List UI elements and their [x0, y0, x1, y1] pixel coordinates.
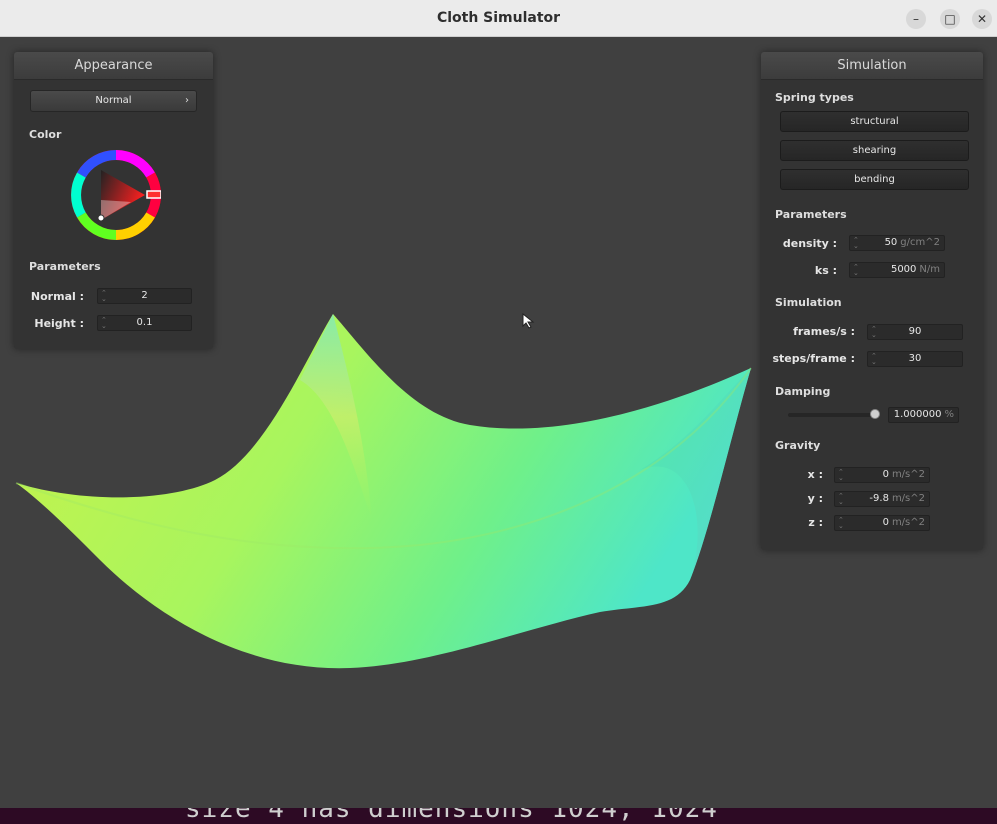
simulation-header: Simulation [761, 52, 983, 80]
normal-value: 2 [141, 290, 148, 301]
gravity-y-input[interactable]: ⌃ ⌄ -9.8 m/s^2 [834, 491, 930, 507]
shader-mode-select[interactable]: Normal › [30, 90, 197, 112]
app-window: Cloth Simulator – □ ✕ Appearance Normal … [0, 0, 997, 824]
title-bar[interactable]: Cloth Simulator – □ ✕ [0, 0, 997, 37]
terminal-output: size 4 has dimensions 1024, 1024 [185, 808, 718, 824]
normal-input[interactable]: ⌃ ⌄ 2 [97, 288, 192, 304]
simulation-label: Simulation [775, 296, 842, 309]
gravity-y-unit: m/s^2 [891, 493, 925, 504]
minimize-button[interactable]: – [906, 9, 926, 29]
shearing-button[interactable]: shearing [780, 140, 969, 161]
spinner-arrows-icon[interactable]: ⌃ ⌄ [853, 264, 859, 277]
damping-slider-handle[interactable] [870, 409, 880, 419]
spinner-arrows-icon[interactable]: ⌃ ⌄ [838, 493, 844, 506]
density-value: 50 [884, 237, 898, 248]
steps-label: steps/frame : [772, 352, 856, 365]
height-value: 0.1 [136, 317, 153, 328]
color-picker-handle[interactable] [97, 214, 105, 222]
mouse-pointer-icon [522, 313, 535, 329]
spinner-arrows-icon[interactable]: ⌃ ⌄ [838, 469, 844, 482]
damping-slider[interactable] [788, 413, 876, 417]
gravity-y-value: -9.8 [869, 493, 889, 504]
ks-input[interactable]: ⌃ ⌄ 5000 N/m [849, 262, 945, 278]
appearance-parameters-label: Parameters [29, 260, 101, 273]
close-button[interactable]: ✕ [972, 9, 992, 29]
height-input[interactable]: ⌃ ⌄ 0.1 [97, 315, 192, 331]
gravity-x-label: x : [807, 468, 823, 481]
maximize-button[interactable]: □ [940, 9, 960, 29]
ks-label: ks : [814, 264, 837, 277]
gravity-x-unit: m/s^2 [891, 469, 925, 480]
hue-marker[interactable] [146, 190, 161, 199]
shader-mode-value: Normal [95, 95, 132, 106]
window-title: Cloth Simulator [436, 10, 561, 26]
gravity-x-value: 0 [882, 469, 889, 480]
steps-value: 30 [908, 353, 922, 364]
chevron-right-icon: › [185, 95, 189, 106]
density-input[interactable]: ⌃ ⌄ 50 g/cm^2 [849, 235, 945, 251]
damping-label: Damping [775, 385, 831, 398]
bending-button[interactable]: bending [780, 169, 969, 190]
damping-unit: % [944, 409, 954, 420]
damping-input[interactable]: 1.000000% [888, 407, 959, 423]
cloth-surface [16, 314, 751, 669]
simulation-panel: Simulation Spring types structural shear… [761, 52, 983, 550]
steps-input[interactable]: ⌃ ⌄ 30 [867, 351, 963, 367]
appearance-header: Appearance [14, 52, 213, 80]
color-wheel[interactable] [71, 150, 161, 240]
gravity-x-input[interactable]: ⌃ ⌄ 0 m/s^2 [834, 467, 930, 483]
frames-input[interactable]: ⌃ ⌄ 90 [867, 324, 963, 340]
gravity-label: Gravity [775, 439, 821, 452]
height-label: Height : [34, 317, 84, 330]
spring-types-label: Spring types [775, 91, 854, 104]
density-label: density : [782, 237, 837, 250]
sim-parameters-label: Parameters [775, 208, 847, 221]
ks-value: 5000 [890, 264, 917, 275]
background-terminal: size 4 has dimensions 1024, 1024 [0, 808, 997, 824]
gravity-y-label: y : [807, 492, 823, 505]
appearance-panel: Appearance Normal › Color Parameters Nor… [14, 52, 213, 349]
spinner-arrows-icon[interactable]: ⌃ ⌄ [853, 237, 859, 250]
ks-unit: N/m [919, 264, 940, 275]
frames-value: 90 [908, 326, 922, 337]
color-label: Color [29, 128, 62, 141]
gravity-z-label: z : [808, 516, 823, 529]
gravity-z-value: 0 [882, 517, 889, 528]
density-unit: g/cm^2 [900, 237, 940, 248]
damping-value: 1.000000 [893, 409, 942, 420]
frames-label: frames/s : [793, 325, 855, 338]
structural-button[interactable]: structural [780, 111, 969, 132]
gravity-z-input[interactable]: ⌃ ⌄ 0 m/s^2 [834, 515, 930, 531]
gravity-z-unit: m/s^2 [891, 517, 925, 528]
normal-label: Normal : [30, 290, 84, 303]
spinner-arrows-icon[interactable]: ⌃ ⌄ [838, 517, 844, 530]
